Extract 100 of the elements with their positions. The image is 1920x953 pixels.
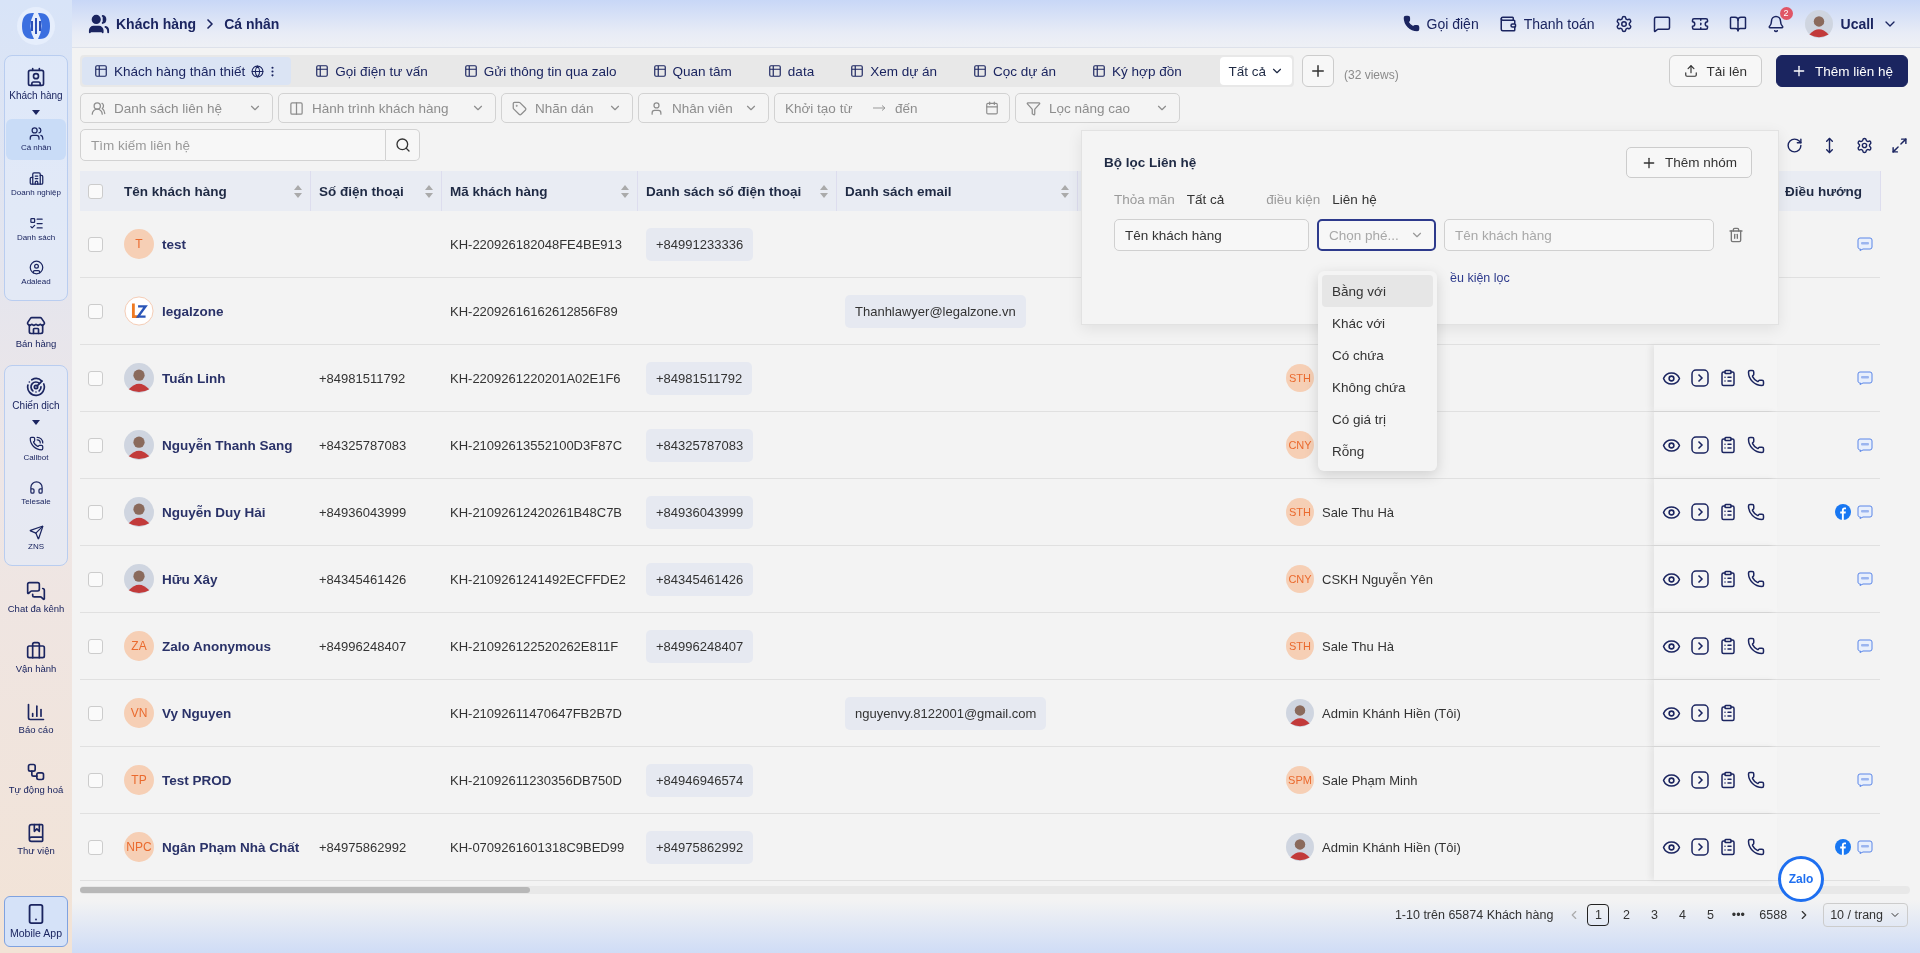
nav-subitem[interactable]: Doanh nghiệp — [6, 163, 66, 205]
note-icon[interactable] — [1719, 837, 1737, 857]
menu-option[interactable]: Có chứa — [1322, 339, 1433, 371]
column-header[interactable]: Danh sách số điện thoại — [638, 171, 837, 211]
customer-name-link[interactable]: Ngân Phạm Nhà Chất — [162, 839, 300, 855]
row-checkbox[interactable] — [88, 504, 103, 520]
view-tab[interactable]: data — [755, 57, 827, 85]
phone-icon[interactable] — [1747, 770, 1765, 790]
nav-subitem[interactable]: ZNS — [6, 518, 66, 559]
open-icon[interactable] — [1691, 569, 1709, 588]
view-tab[interactable]: Xem dự án — [838, 57, 949, 85]
row-checkbox[interactable] — [88, 303, 103, 319]
open-icon[interactable] — [1691, 368, 1709, 387]
view-tab[interactable]: Cọc dự án — [960, 57, 1069, 85]
message-icon[interactable] — [1652, 14, 1671, 33]
add-contact-button[interactable]: Thêm liên hệ — [1775, 55, 1908, 87]
open-icon[interactable] — [1691, 703, 1709, 722]
book-icon[interactable] — [1728, 14, 1747, 33]
customer-name-link[interactable]: test — [162, 236, 186, 252]
bell-icon[interactable] — [1766, 14, 1785, 33]
settings-icon[interactable] — [1856, 136, 1873, 154]
customer-name-link[interactable]: Nguyễn Thanh Sang — [162, 437, 293, 453]
select-all-checkbox[interactable] — [88, 183, 103, 199]
phone-icon[interactable] — [1747, 837, 1765, 857]
customer-name-link[interactable]: Hữu Xây — [162, 571, 218, 587]
view-tab[interactable]: Quan tâm — [640, 57, 744, 85]
nav-subitem[interactable]: Adalead — [6, 253, 66, 295]
nav-item[interactable]: Khách hàng — [6, 62, 66, 106]
field-select[interactable]: Tên khách hàng — [1114, 219, 1309, 251]
open-icon[interactable] — [1691, 636, 1709, 655]
search-button[interactable] — [386, 129, 420, 161]
menu-option[interactable]: Có giá trị — [1322, 403, 1433, 435]
nav-item[interactable]: Thư viện — [6, 810, 66, 869]
view-tab[interactable]: Khách hàng thân thiết — [82, 57, 292, 85]
phone-icon[interactable] — [1747, 569, 1765, 589]
column-header[interactable]: Danh sách email — [837, 171, 1078, 211]
view-tab[interactable]: Gửi thông tin qua zalo — [451, 57, 629, 85]
column-header[interactable]: Tên khách hàng — [116, 171, 311, 211]
header-link[interactable]: Gọi điện — [1402, 15, 1479, 32]
row-checkbox[interactable] — [88, 571, 103, 587]
row-checkbox[interactable] — [88, 705, 103, 721]
page-size-select[interactable]: 10 / trang — [1823, 903, 1908, 927]
app-logo[interactable] — [16, 6, 56, 46]
page-button[interactable]: 1 — [1587, 904, 1610, 926]
page-button[interactable]: 6588 — [1755, 904, 1792, 926]
row-checkbox[interactable] — [88, 236, 103, 252]
customer-name-link[interactable]: Zalo Anonymous — [162, 638, 271, 654]
upload-button[interactable]: Tải lên — [1669, 55, 1762, 87]
page-button[interactable]: 4 — [1671, 904, 1694, 926]
phone-icon[interactable] — [1747, 435, 1765, 455]
page-button[interactable]: 3 — [1643, 904, 1666, 926]
open-icon[interactable] — [1691, 435, 1709, 454]
facebook-icon[interactable] — [1835, 839, 1851, 855]
nav-subitem[interactable]: Telesale — [6, 473, 66, 515]
condition-select[interactable]: Liên hệ — [1332, 192, 1377, 207]
open-icon[interactable] — [1691, 837, 1709, 856]
open-icon[interactable] — [1691, 502, 1709, 521]
note-icon[interactable] — [1719, 636, 1737, 656]
note-icon[interactable] — [1719, 368, 1737, 388]
horizontal-scrollbar[interactable] — [80, 886, 1910, 894]
add-view-button[interactable] — [1302, 55, 1334, 87]
phone-icon[interactable] — [1747, 636, 1765, 656]
note-icon[interactable] — [1719, 435, 1737, 455]
breadcrumb-item[interactable]: Khách hàng — [116, 15, 197, 32]
zalo-chat-button[interactable]: Zalo — [1778, 856, 1824, 902]
fullscreen-icon[interactable] — [1891, 136, 1908, 154]
nav-item[interactable]: Báo cáo — [6, 689, 66, 748]
phone-icon[interactable] — [1747, 368, 1765, 388]
view-tab[interactable]: Ký hợp đồn — [1080, 57, 1194, 85]
all-views-dropdown[interactable]: Tất cả — [1220, 57, 1292, 85]
menu-option[interactable]: Bằng với — [1322, 275, 1433, 307]
view-tab[interactable]: Gọi điện tư vấn — [303, 57, 440, 85]
menu-option[interactable]: Khác với — [1322, 307, 1433, 339]
settings-icon[interactable] — [1614, 14, 1633, 33]
match-select[interactable]: Tất cả — [1186, 192, 1225, 207]
row-checkbox[interactable] — [88, 638, 103, 654]
customer-name-link[interactable]: Vy Nguyen — [162, 705, 232, 721]
delete-icon[interactable] — [1728, 227, 1744, 243]
nav-subitem[interactable]: Cá nhân — [6, 119, 66, 160]
customer-name-link[interactable]: Nguyễn Duy Hải — [162, 504, 266, 520]
menu-option[interactable]: Không chứa — [1322, 371, 1433, 403]
page-button[interactable]: ••• — [1727, 904, 1750, 926]
note-icon[interactable] — [1719, 502, 1737, 522]
facebook-icon[interactable] — [1835, 504, 1851, 520]
user-menu[interactable]: Ucall — [1804, 9, 1898, 38]
customer-name-link[interactable]: Test PROD — [162, 772, 232, 788]
add-group-button[interactable]: Thêm nhóm — [1625, 147, 1752, 178]
nav-subitem[interactable]: Danh sách — [6, 208, 66, 250]
nav-item[interactable]: Vận hành — [6, 629, 66, 687]
note-icon[interactable] — [1719, 703, 1737, 723]
row-checkbox[interactable] — [88, 839, 103, 855]
page-button[interactable]: 2 — [1615, 904, 1638, 926]
nav-item[interactable]: Chiến dịch — [6, 371, 66, 416]
value-input-field[interactable]: Tên khách hàng — [1444, 219, 1714, 251]
page-button[interactable]: 5 — [1699, 904, 1722, 926]
menu-option[interactable]: Rỗng — [1322, 435, 1433, 467]
header-link[interactable]: Thanh toán — [1498, 14, 1595, 33]
customer-name-link[interactable]: Tuấn Linh — [162, 370, 226, 386]
search-field[interactable]: Tìm kiếm liên hệ — [80, 129, 386, 161]
add-condition-link[interactable]: ều kiện lọc — [1450, 271, 1510, 285]
